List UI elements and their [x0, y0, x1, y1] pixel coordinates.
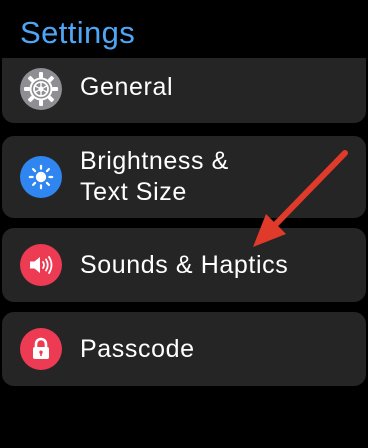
- settings-item-general[interactable]: General: [2, 58, 366, 123]
- sun-icon: [20, 156, 62, 198]
- settings-item-label: General: [80, 73, 174, 101]
- speaker-icon: [20, 244, 62, 286]
- settings-item-label: Sounds & Haptics: [80, 251, 289, 279]
- settings-item-label: Brightness & Text Size: [80, 147, 229, 206]
- page-title: Settings: [20, 15, 136, 50]
- gear-icon: [20, 68, 62, 110]
- settings-item-brightness[interactable]: Brightness & Text Size: [2, 136, 366, 218]
- settings-item-passcode[interactable]: Passcode: [2, 312, 366, 386]
- lock-icon: [20, 328, 62, 370]
- settings-item-sounds-haptics[interactable]: Sounds & Haptics: [2, 228, 366, 302]
- settings-item-label: Passcode: [80, 335, 195, 363]
